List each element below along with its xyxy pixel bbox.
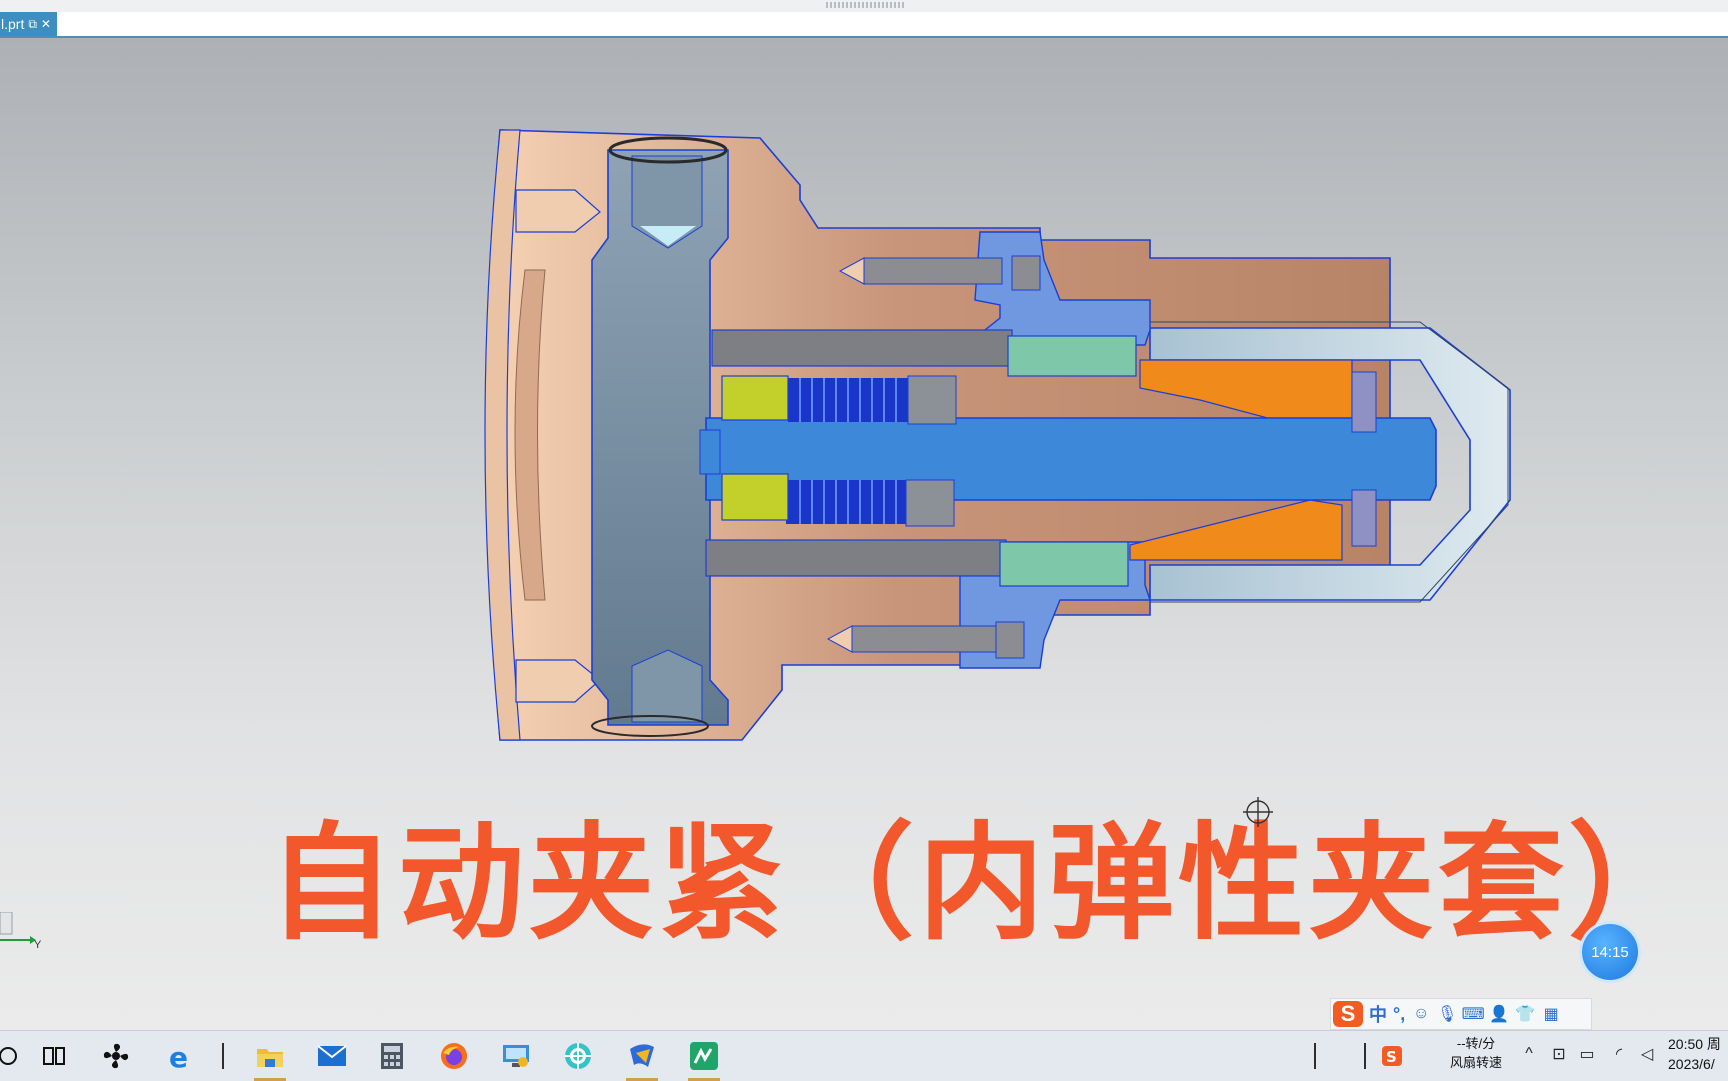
- file-tab-label: l.prt: [1, 16, 25, 32]
- ime-mode-toggle[interactable]: 中: [1369, 1001, 1387, 1027]
- wifi-icon[interactable]: ◜: [1608, 1042, 1630, 1066]
- lower-bolt: [851, 625, 1003, 653]
- taskbar-separator: [1364, 1043, 1366, 1069]
- nx-cad-icon[interactable]: [620, 1037, 664, 1081]
- axis-triad-icon: Y: [0, 912, 42, 951]
- fan-speed-value: --转/分: [1456, 1036, 1496, 1051]
- recording-timer[interactable]: 14:15: [1582, 924, 1638, 980]
- shaft-left-end: [699, 429, 721, 475]
- remote-desktop-icon[interactable]: [494, 1037, 538, 1075]
- spring-seat-upper: [907, 375, 957, 425]
- pin-socket-bottom: [631, 649, 703, 723]
- mail-icon[interactable]: [310, 1037, 354, 1075]
- lower-sleeve-screw: [995, 621, 1025, 659]
- keyboard-icon[interactable]: ⌨: [1462, 1005, 1485, 1023]
- file-tab[interactable]: l.prt ⧉ ✕: [0, 12, 57, 36]
- target-app-icon[interactable]: [556, 1037, 600, 1075]
- timer-label: 14:15: [1591, 943, 1629, 961]
- upper-bolt: [863, 257, 1003, 285]
- file-explorer-icon[interactable]: [248, 1037, 292, 1081]
- battery-icon[interactable]: ▭: [1576, 1042, 1598, 1066]
- upper-nut: [721, 375, 789, 421]
- system-clock[interactable]: 20:50 周 2023/6/: [1668, 1034, 1721, 1074]
- upper-rod: [711, 329, 1013, 367]
- window-grip[interactable]: [826, 2, 904, 8]
- svg-text:S: S: [1386, 1048, 1397, 1066]
- document-tab-bar: l.prt ⧉ ✕: [0, 12, 1728, 38]
- clock-time: 20:50 周: [1668, 1036, 1721, 1052]
- fan-speed-label: 风扇转速: [1449, 1055, 1502, 1070]
- taskbar-separator: [222, 1043, 224, 1069]
- search-icon[interactable]: [0, 1037, 30, 1075]
- upper-sleeve-screw: [1011, 255, 1041, 291]
- inner-ring-upper: [1351, 371, 1377, 433]
- lower-green-block: [999, 541, 1129, 587]
- sogou-logo-icon[interactable]: S: [1333, 1001, 1363, 1027]
- clock-date: 2023/6/: [1668, 1056, 1715, 1072]
- lower-rod: [705, 539, 1007, 577]
- firefox-icon[interactable]: [432, 1037, 476, 1075]
- taskbar-separator: [1314, 1043, 1316, 1069]
- crosshair-cursor-icon: [1243, 797, 1273, 827]
- spring-seat-lower: [905, 479, 955, 527]
- top-strip: [0, 0, 1728, 12]
- lower-nut: [721, 473, 789, 521]
- skin-icon[interactable]: 👕: [1515, 1005, 1535, 1023]
- close-icon[interactable]: ✕: [41, 12, 51, 36]
- upper-green-block: [1007, 335, 1137, 377]
- calculator-icon[interactable]: [370, 1037, 414, 1075]
- svg-text:e: e: [169, 1041, 188, 1071]
- caption-title: 自动夹紧（内弹性夹套）: [268, 810, 1698, 957]
- toolbox-icon[interactable]: ▦: [1541, 1005, 1561, 1023]
- restore-icon[interactable]: ⧉: [28, 12, 37, 36]
- fan-speed-widget[interactable]: --转/分 风扇转速: [1436, 1034, 1516, 1072]
- task-view-icon[interactable]: [32, 1037, 76, 1075]
- drawing-app-icon[interactable]: [682, 1037, 726, 1081]
- inner-ring-lower: [1351, 489, 1377, 547]
- fan-app-icon[interactable]: [94, 1037, 138, 1075]
- chevron-up-icon[interactable]: ^: [1518, 1042, 1540, 1066]
- ime-toolbar[interactable]: S 中 °, ☺ 🎙 ⌨ 👤 👕 ▦: [1330, 998, 1592, 1030]
- edge-browser-icon[interactable]: e: [158, 1037, 202, 1075]
- lower-spring: [786, 480, 906, 524]
- volume-icon[interactable]: ◁: [1636, 1042, 1658, 1066]
- sogou-tray-icon[interactable]: S: [1372, 1037, 1412, 1075]
- emoji-icon[interactable]: ☺: [1411, 1005, 1431, 1023]
- axis-y-label: Y: [34, 939, 42, 951]
- ime-punct-toggle[interactable]: °,: [1393, 1004, 1405, 1025]
- network-share-icon[interactable]: ⊡: [1548, 1042, 1570, 1066]
- microphone-icon[interactable]: 🎙: [1437, 1005, 1457, 1023]
- user-icon[interactable]: 👤: [1489, 1005, 1509, 1023]
